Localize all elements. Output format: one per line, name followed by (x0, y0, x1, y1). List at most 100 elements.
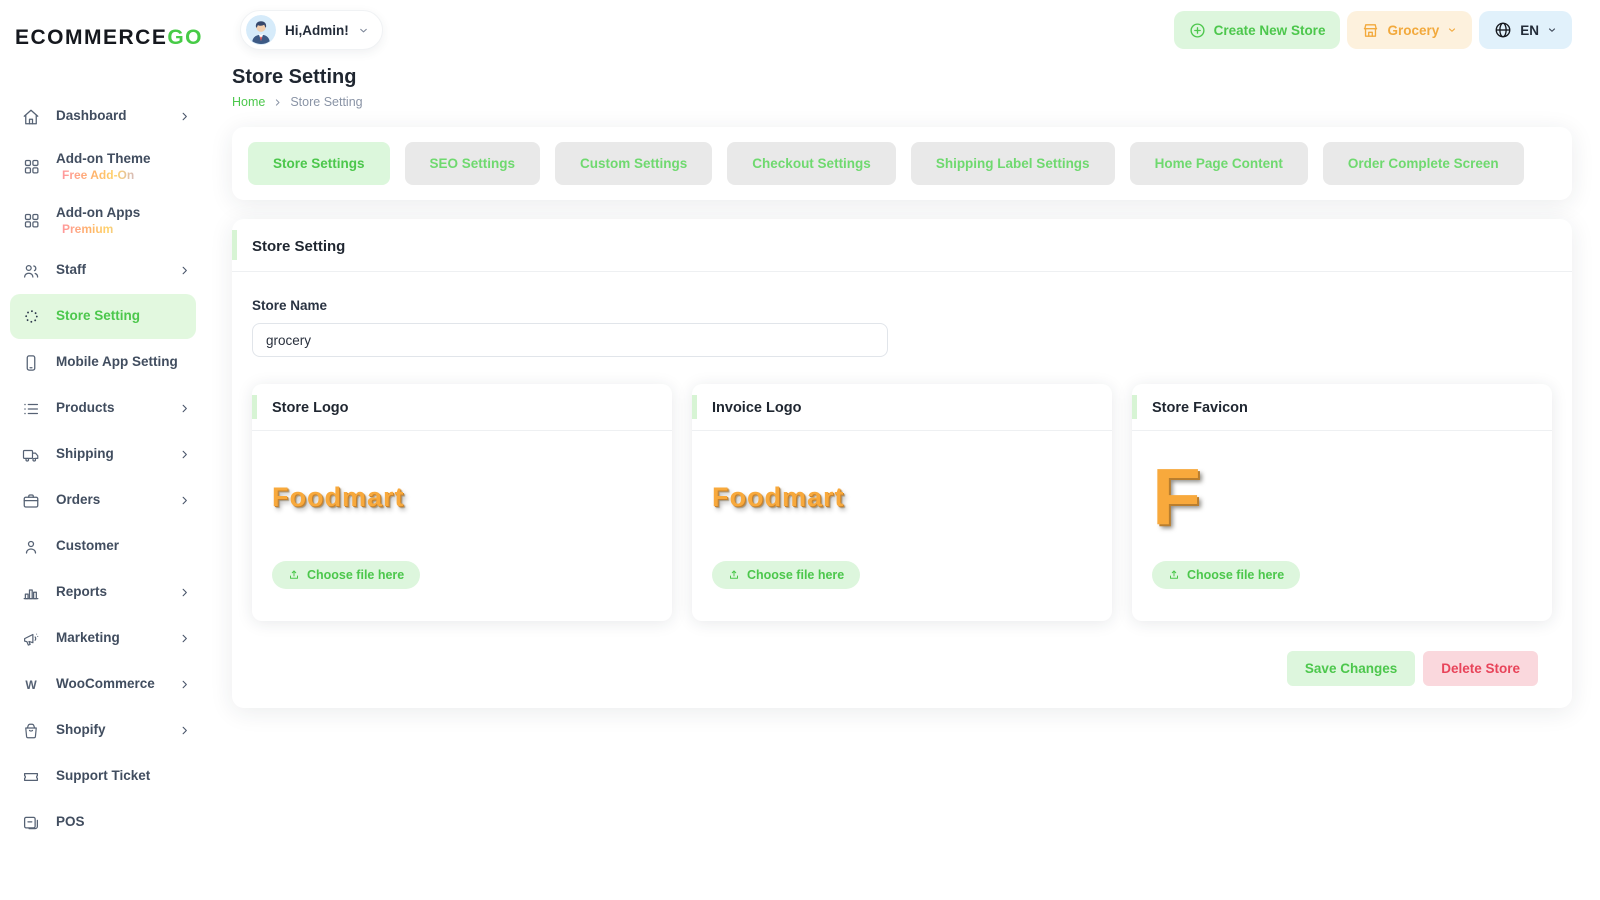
sidebar-item-support-ticket[interactable]: Support Ticket (10, 754, 196, 799)
store-favicon-title: Store Favicon (1132, 384, 1552, 431)
sidebar-item-label: Store Setting (56, 308, 140, 325)
sidebar-item-orders[interactable]: Orders (10, 478, 196, 523)
chevron-right-icon (179, 633, 190, 644)
tab-shipping-label-settings[interactable]: Shipping Label Settings (911, 142, 1115, 185)
sidebar-item-addon-apps[interactable]: Add-on Apps Premium (10, 194, 196, 247)
sidebar-item-addon-theme[interactable]: Add-on Theme Free Add-On (10, 140, 196, 193)
bar-chart-icon (22, 584, 40, 602)
sidebar-item-woocommerce[interactable]: W WooCommerce (10, 662, 196, 707)
sidebar-item-shopify[interactable]: Shopify (10, 708, 196, 753)
store-logo-image: Foodmart (272, 482, 405, 513)
breadcrumb-home-link[interactable]: Home (232, 95, 265, 109)
store-name-input[interactable] (252, 323, 888, 357)
shopping-bag-icon (22, 722, 40, 740)
sidebar-item-dashboard[interactable]: Dashboard (10, 94, 196, 139)
user-menu[interactable]: Hi,Admin! (240, 10, 383, 50)
main-area: Hi,Admin! Create New Store Grocery EN St… (212, 0, 1600, 708)
choose-file-label: Choose file here (1187, 568, 1284, 582)
topbar-actions: Create New Store Grocery EN (1174, 11, 1572, 49)
store-selector-label: Grocery (1387, 23, 1439, 38)
store-setting-card: Store Setting Store Name Store Logo Food… (232, 219, 1572, 708)
upload-row: Store Logo Foodmart Choose file here (252, 384, 1552, 621)
sidebar-item-label: Customer (56, 538, 119, 555)
sidebar-nav: Dashboard Add-on Theme Free Add-On Add-o… (0, 94, 212, 845)
chevron-right-icon (179, 679, 190, 690)
user-greeting: Hi,Admin! (285, 23, 349, 38)
globe-icon (1494, 21, 1512, 39)
brand-name-accent: GO (167, 26, 203, 49)
store-favicon-image: F (1152, 459, 1201, 535)
breadcrumb: Home Store Setting (232, 95, 1572, 109)
invoice-logo-choose-file-button[interactable]: Choose file here (712, 561, 860, 589)
user-icon (22, 538, 40, 556)
tab-custom-settings[interactable]: Custom Settings (555, 142, 712, 185)
chevron-right-icon (179, 587, 190, 598)
plus-circle-icon (1189, 22, 1206, 39)
tab-seo-settings[interactable]: SEO Settings (405, 142, 541, 185)
megaphone-icon (22, 630, 40, 648)
create-new-store-button[interactable]: Create New Store (1174, 11, 1341, 49)
breadcrumb-current: Store Setting (290, 95, 362, 109)
chevron-right-icon (179, 449, 190, 460)
brand-logo[interactable]: ECOMMERCEGO (0, 26, 212, 50)
store-logo-card: Store Logo Foodmart Choose file here (252, 384, 672, 621)
sidebar-item-pos[interactable]: POS (10, 800, 196, 845)
store-logo-title: Store Logo (252, 384, 672, 431)
sidebar-item-mobile-app-setting[interactable]: Mobile App Setting (10, 340, 196, 385)
tab-home-page-content[interactable]: Home Page Content (1130, 142, 1308, 185)
smartphone-icon (22, 354, 40, 372)
list-icon (22, 400, 40, 418)
sidebar-item-label: Shipping (56, 446, 114, 463)
tab-store-settings[interactable]: Store Settings (248, 142, 390, 185)
store-logo-preview-area: Foodmart (272, 441, 652, 553)
save-changes-button[interactable]: Save Changes (1287, 651, 1415, 686)
topbar: Hi,Admin! Create New Store Grocery EN (232, 0, 1572, 50)
language-selector[interactable]: EN (1479, 11, 1572, 49)
sidebar-item-products[interactable]: Products (10, 386, 196, 431)
content: Store Settings SEO Settings Custom Setti… (232, 127, 1572, 708)
settings-tabs: Store Settings SEO Settings Custom Setti… (232, 127, 1572, 200)
woocommerce-icon: W (22, 676, 40, 694)
pos-terminal-icon (22, 814, 40, 832)
chevron-right-icon (179, 265, 190, 276)
sidebar-item-label: Products (56, 400, 115, 417)
invoice-logo-preview-area: Foodmart (712, 441, 1092, 553)
sidebar-item-label: Marketing (56, 630, 120, 647)
sidebar: ECOMMERCEGO Dashboard Add-on Theme Free … (0, 0, 212, 900)
language-label: EN (1520, 23, 1539, 38)
store-logo-choose-file-button[interactable]: Choose file here (272, 561, 420, 589)
sidebar-item-staff[interactable]: Staff (10, 248, 196, 293)
choose-file-label: Choose file here (307, 568, 404, 582)
store-selector[interactable]: Grocery (1347, 11, 1472, 49)
sidebar-item-sublabel: Premium (56, 222, 140, 236)
chevron-right-icon (179, 111, 190, 122)
sidebar-item-customer[interactable]: Customer (10, 524, 196, 569)
storefront-icon (1362, 22, 1379, 39)
sidebar-item-marketing[interactable]: Marketing (10, 616, 196, 661)
sidebar-item-label: Orders (56, 492, 100, 509)
sidebar-item-label: Add-on Theme (56, 151, 151, 168)
tab-order-complete-screen[interactable]: Order Complete Screen (1323, 142, 1524, 185)
invoice-logo-image: Foodmart (712, 482, 845, 513)
svg-text:W: W (25, 678, 37, 692)
grid-icon (22, 158, 40, 176)
sidebar-item-reports[interactable]: Reports (10, 570, 196, 615)
grid-icon (22, 212, 40, 230)
truck-icon (22, 446, 40, 464)
sidebar-item-label: Mobile App Setting (56, 354, 178, 371)
invoice-logo-card: Invoice Logo Foodmart Choose file here (692, 384, 1112, 621)
store-favicon-choose-file-button[interactable]: Choose file here (1152, 561, 1300, 589)
delete-store-button[interactable]: Delete Store (1423, 651, 1538, 686)
loader-icon (22, 308, 40, 326)
chevron-down-icon (1447, 25, 1457, 35)
ticket-icon (22, 768, 40, 786)
chevron-right-icon (179, 725, 190, 736)
briefcase-icon (22, 492, 40, 510)
sidebar-item-shipping[interactable]: Shipping (10, 432, 196, 477)
upload-icon (728, 569, 740, 581)
sidebar-item-store-setting[interactable]: Store Setting (10, 294, 196, 339)
tab-checkout-settings[interactable]: Checkout Settings (727, 142, 896, 185)
chevron-down-icon (1547, 25, 1557, 35)
sidebar-item-label: Support Ticket (56, 768, 150, 785)
page-header: Store Setting Home Store Setting (232, 66, 1572, 109)
